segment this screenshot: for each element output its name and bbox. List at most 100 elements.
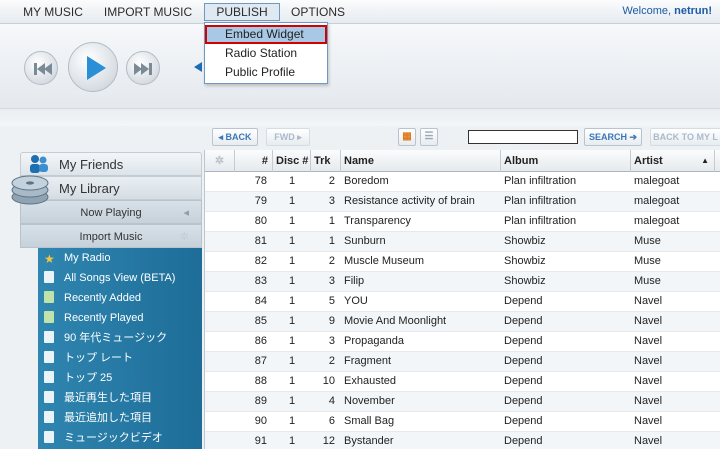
menu-options[interactable]: OPTIONS xyxy=(284,3,352,21)
player-separator xyxy=(0,108,720,126)
songs-table: ✲ # Disc # Trk Name Album Artist ▲ 78 1 2 B… xyxy=(204,150,720,449)
cell-track: 3 xyxy=(328,275,335,287)
table-row[interactable]: 82 1 2 Muscle Museum Showbiz Muse xyxy=(205,252,720,272)
library-item-recently-added[interactable]: Recently Added xyxy=(44,288,141,308)
back-to-my-library-button[interactable]: BACK TO MY L xyxy=(650,128,720,146)
library-item-label: My Radio xyxy=(64,252,111,264)
cell-disc: 1 xyxy=(288,255,296,267)
cell-disc: 1 xyxy=(288,215,296,227)
welcome-prefix: Welcome, xyxy=(622,5,672,17)
grid-view-icon[interactable]: ▦ xyxy=(398,128,416,146)
cell-artist: malegoat xyxy=(634,195,680,207)
search-label: SEARCH xyxy=(588,132,627,142)
username-link[interactable]: netrun! xyxy=(674,5,712,17)
col-track[interactable]: Trk xyxy=(311,150,341,172)
table-row[interactable]: 78 1 2 Boredom Plan infiltration malegoat xyxy=(205,172,720,192)
table-row[interactable]: 89 1 4 November Depend Navel xyxy=(205,392,720,412)
volume-icon[interactable] xyxy=(194,62,202,72)
cell-disc: 1 xyxy=(288,315,296,327)
search-arrow-icon: ➔ xyxy=(626,132,638,142)
cell-track: 1 xyxy=(328,215,335,227)
cell-number: 83 xyxy=(254,275,267,287)
table-row[interactable]: 87 1 2 Fragment Depend Navel xyxy=(205,352,720,372)
fwd-button[interactable]: FWD ▸ xyxy=(266,128,310,146)
back-button[interactable]: ◂ BACK xyxy=(212,128,258,146)
fwd-label: FWD xyxy=(274,132,295,142)
menu-publish[interactable]: PUBLISH xyxy=(204,3,280,21)
cell-name: Exhausted xyxy=(344,375,396,387)
player-controls xyxy=(0,24,720,108)
menu-embed-widget[interactable]: Embed Widget xyxy=(205,25,327,44)
library-item-top-25[interactable]: トップ 25 xyxy=(44,368,112,388)
now-playing-label: Now Playing xyxy=(80,207,142,219)
library-item-top-rated[interactable]: トップ レート xyxy=(44,348,133,368)
cell-disc: 1 xyxy=(288,335,296,347)
cell-number: 81 xyxy=(254,235,267,247)
cell-album: Depend xyxy=(504,315,543,327)
table-row[interactable]: 91 1 12 Bystander Depend Navel xyxy=(205,432,720,449)
table-row[interactable]: 81 1 1 Sunburn Showbiz Muse xyxy=(205,232,720,252)
table-row[interactable]: 90 1 6 Small Bag Depend Navel xyxy=(205,412,720,432)
cell-track: 4 xyxy=(328,395,335,407)
cell-track: 1 xyxy=(328,235,335,247)
library-item-label: 最近追加した項目 xyxy=(64,412,152,424)
cell-disc: 1 xyxy=(288,355,296,367)
library-item-label: Recently Added xyxy=(64,292,142,304)
library-item-recently-played[interactable]: Recently Played xyxy=(44,308,144,328)
menu-radio-station[interactable]: Radio Station xyxy=(205,44,327,63)
cell-album: Plan infiltration xyxy=(504,215,577,227)
cell-artist: malegoat xyxy=(634,175,680,187)
table-row[interactable]: 83 1 3 Filip Showbiz Muse xyxy=(205,272,720,292)
library-item-recently-played-jp[interactable]: 最近再生した項目 xyxy=(44,388,152,408)
menu-my-music[interactable]: MY MUSIC xyxy=(14,3,92,21)
cell-artist: Navel xyxy=(634,375,663,387)
play-button[interactable] xyxy=(68,42,118,92)
cell-name: Resistance activity of brain xyxy=(344,195,475,207)
col-number[interactable]: # xyxy=(235,150,273,172)
table-row[interactable]: 84 1 5 YOU Depend Navel xyxy=(205,292,720,312)
play-icon xyxy=(87,56,106,80)
cell-artist: Navel xyxy=(634,355,663,367)
table-row[interactable]: 86 1 3 Propaganda Depend Navel xyxy=(205,332,720,352)
library-item-my-radio[interactable]: ★ My Radio xyxy=(44,248,110,268)
menu-public-profile[interactable]: Public Profile xyxy=(205,63,327,82)
cell-name: Filip xyxy=(344,275,365,287)
table-header: ✲ # Disc # Trk Name Album Artist ▲ xyxy=(205,150,720,172)
prev-button[interactable] xyxy=(24,51,58,85)
col-album[interactable]: Album xyxy=(501,150,631,172)
library-item-label: 最近再生した項目 xyxy=(64,392,152,404)
cell-disc: 1 xyxy=(288,395,296,407)
cell-disc: 1 xyxy=(288,275,296,287)
menu-import-music[interactable]: IMPORT MUSIC xyxy=(96,3,200,21)
col-name[interactable]: Name xyxy=(341,150,501,172)
next-button[interactable] xyxy=(126,51,160,85)
star-icon: ★ xyxy=(44,252,55,266)
cell-number: 79 xyxy=(254,195,267,207)
content-toolbar: ◂ BACK FWD ▸ ▦ ☰ SEARCH ➔ BACK TO MY L xyxy=(204,126,720,150)
welcome-text: Welcome, netrun! xyxy=(622,5,712,17)
cell-name: Transparency xyxy=(344,215,411,227)
table-row[interactable]: 79 1 3 Resistance activity of brain Plan inf… xyxy=(205,192,720,212)
list-view-icon[interactable]: ☰ xyxy=(420,128,438,146)
col-artist[interactable]: Artist ▲ xyxy=(631,150,715,172)
search-button[interactable]: SEARCH ➔ xyxy=(584,128,642,146)
cell-track: 2 xyxy=(328,355,335,367)
cell-name: YOU xyxy=(344,295,368,307)
library-item-all-songs[interactable]: All Songs View (BETA) xyxy=(44,268,175,288)
library-item-recently-added-jp[interactable]: 最近追加した項目 xyxy=(44,408,152,428)
cell-artist: Muse xyxy=(634,275,661,287)
search-input[interactable] xyxy=(468,130,578,144)
library-item-music-video[interactable]: ミュージックビデオ xyxy=(44,428,163,448)
cell-number: 84 xyxy=(254,295,267,307)
col-disc[interactable]: Disc # xyxy=(273,150,311,172)
table-row[interactable]: 88 1 10 Exhausted Depend Navel xyxy=(205,372,720,392)
cell-track: 2 xyxy=(328,255,335,267)
library-item-label: Recently Played xyxy=(64,312,144,324)
import-music-button[interactable]: Import Music ✲ xyxy=(20,224,202,248)
library-list: ★ My Radio All Songs View (BETA) Recently… xyxy=(38,248,202,449)
library-item-90s-music[interactable]: 90 年代ミュージック xyxy=(44,328,167,348)
table-row[interactable]: 80 1 1 Transparency Plan infiltration malegoa… xyxy=(205,212,720,232)
cell-track: 3 xyxy=(328,335,335,347)
table-row[interactable]: 85 1 9 Movie And Moonlight Depend Navel xyxy=(205,312,720,332)
cell-number: 86 xyxy=(254,335,267,347)
